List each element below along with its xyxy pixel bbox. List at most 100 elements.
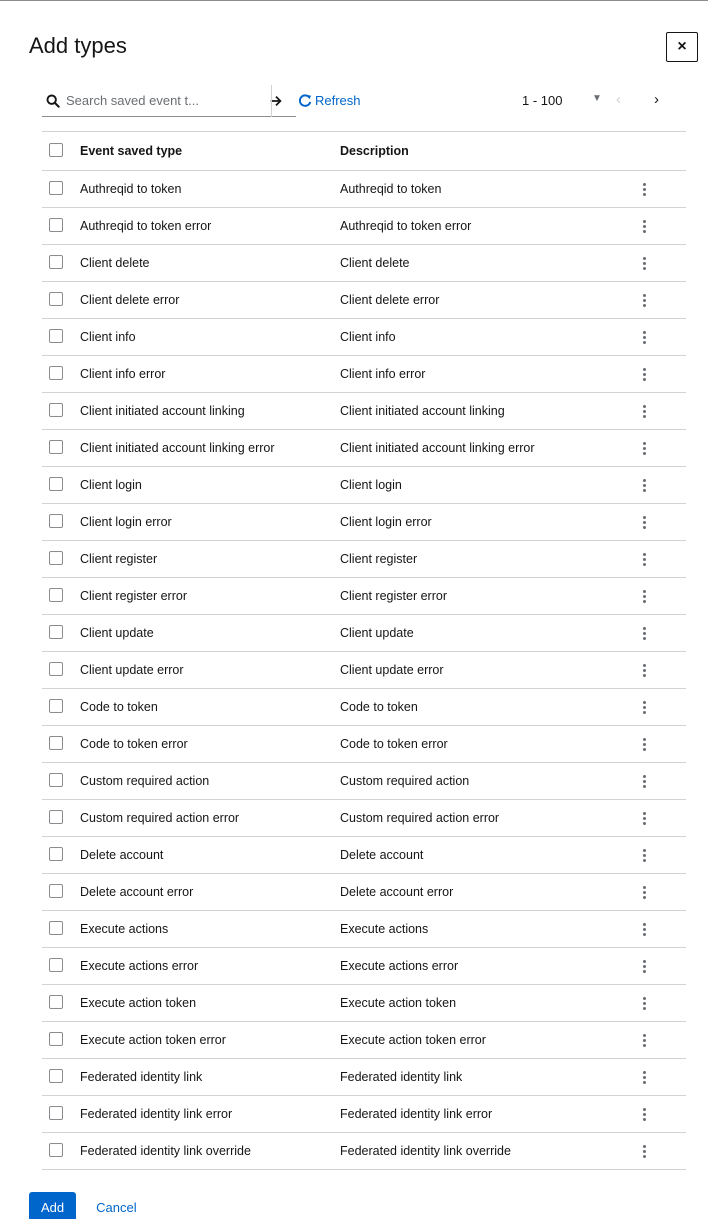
row-checkbox[interactable] (49, 254, 63, 269)
row-actions-kebab-icon[interactable] (638, 293, 650, 308)
row-actions-kebab-icon[interactable] (638, 626, 650, 641)
search-box (42, 85, 256, 117)
row-checkbox[interactable] (49, 1031, 63, 1046)
row-actions-kebab-icon[interactable] (638, 404, 650, 419)
table-row: Execute action token Execute action token (42, 984, 686, 1022)
description-cell: Custom required action (340, 762, 630, 800)
row-actions-kebab-icon[interactable] (638, 996, 650, 1011)
description-cell: Execute action token error (340, 1021, 630, 1059)
row-checkbox[interactable] (49, 587, 63, 602)
row-actions-kebab-icon[interactable] (638, 552, 650, 567)
row-checkbox[interactable] (49, 883, 63, 898)
pagination-dropdown-icon[interactable]: ▼ (592, 93, 602, 104)
row-actions-kebab-icon[interactable] (638, 774, 650, 789)
table-row: Code to token Code to token (42, 688, 686, 726)
event-type-cell: Authreqid to token error (80, 207, 340, 245)
row-actions-kebab-icon[interactable] (638, 737, 650, 752)
row-actions-kebab-icon[interactable] (638, 589, 650, 604)
row-checkbox[interactable] (49, 180, 63, 195)
row-actions-kebab-icon[interactable] (638, 219, 650, 234)
row-actions-kebab-icon[interactable] (638, 922, 650, 937)
description-cell: Client delete (340, 244, 630, 282)
modal-footer: Add Cancel (29, 1192, 137, 1219)
table-row: Client delete Client delete (42, 244, 686, 282)
row-actions-kebab-icon[interactable] (638, 848, 650, 863)
description-cell: Client initiated account linking error (340, 429, 630, 467)
row-checkbox[interactable] (49, 846, 63, 861)
row-actions-kebab-icon[interactable] (638, 330, 650, 345)
event-type-cell: Federated identity link error (80, 1095, 340, 1133)
search-input[interactable] (66, 93, 216, 108)
row-actions-kebab-icon[interactable] (638, 478, 650, 493)
search-submit-button[interactable] (256, 85, 296, 117)
row-checkbox[interactable] (49, 661, 63, 676)
previous-page-button[interactable]: ‹ (616, 91, 621, 108)
row-checkbox[interactable] (49, 217, 63, 232)
row-actions-kebab-icon[interactable] (638, 1107, 650, 1122)
table-row: Client delete error Client delete error (42, 281, 686, 319)
row-checkbox[interactable] (49, 920, 63, 935)
toolbar: Refresh 1 - 100 ▼ ‹ › (42, 85, 686, 117)
row-checkbox[interactable] (49, 291, 63, 306)
close-button[interactable]: × (666, 32, 698, 62)
row-actions-kebab-icon[interactable] (638, 1070, 650, 1085)
row-actions-kebab-icon[interactable] (638, 959, 650, 974)
row-actions-kebab-icon[interactable] (638, 700, 650, 715)
table-row: Federated identity link error Federated i… (42, 1095, 686, 1133)
row-actions-kebab-icon[interactable] (638, 441, 650, 456)
event-type-cell: Execute action token (80, 984, 340, 1022)
description-cell: Custom required action error (340, 799, 630, 837)
table-row: Client info error Client info error (42, 355, 686, 393)
row-checkbox[interactable] (49, 624, 63, 639)
description-cell: Client info (340, 318, 630, 356)
add-button[interactable]: Add (29, 1192, 77, 1219)
row-checkbox[interactable] (49, 513, 63, 528)
row-checkbox[interactable] (49, 550, 63, 565)
column-header-event-saved-type: Event saved type (80, 131, 340, 171)
refresh-icon (298, 93, 312, 107)
row-actions-kebab-icon[interactable] (638, 1033, 650, 1048)
row-actions-kebab-icon[interactable] (638, 182, 650, 197)
pagination-range[interactable]: 1 - 100 (522, 93, 562, 108)
row-checkbox[interactable] (49, 772, 63, 787)
next-page-button[interactable]: › (654, 91, 659, 108)
description-cell: Federated identity link (340, 1058, 630, 1096)
row-actions-kebab-icon[interactable] (638, 811, 650, 826)
table-row: Client register Client register (42, 540, 686, 578)
table-row: Federated identity link Federated identit… (42, 1058, 686, 1096)
row-actions-kebab-icon[interactable] (638, 1144, 650, 1159)
row-checkbox[interactable] (49, 365, 63, 380)
row-checkbox[interactable] (49, 957, 63, 972)
row-actions-kebab-icon[interactable] (638, 367, 650, 382)
refresh-button[interactable]: Refresh (298, 93, 361, 108)
description-cell: Delete account (340, 836, 630, 874)
row-checkbox[interactable] (49, 439, 63, 454)
row-checkbox[interactable] (49, 994, 63, 1009)
row-actions-kebab-icon[interactable] (638, 256, 650, 271)
row-checkbox[interactable] (49, 328, 63, 343)
row-checkbox[interactable] (49, 698, 63, 713)
cancel-button[interactable]: Cancel (96, 1200, 136, 1215)
modal-title: Add types (29, 33, 127, 58)
row-checkbox[interactable] (49, 1105, 63, 1120)
event-type-cell: Execute actions error (80, 947, 340, 985)
table-row: Client initiated account linking error Cl… (42, 429, 686, 467)
search-icon (46, 94, 60, 108)
table-row: Execute action token error Execute action… (42, 1021, 686, 1059)
table-row: Authreqid to token error Authreqid to tok… (42, 207, 686, 245)
row-actions-kebab-icon[interactable] (638, 663, 650, 678)
table-row: Delete account Delete account (42, 836, 686, 874)
row-checkbox[interactable] (49, 809, 63, 824)
table-row: Client initiated account linking Client i… (42, 392, 686, 430)
table-row: Execute actions Execute actions (42, 910, 686, 948)
row-checkbox[interactable] (49, 476, 63, 491)
row-checkbox[interactable] (49, 735, 63, 750)
select-all-checkbox[interactable] (49, 142, 63, 157)
table-row: Client login Client login (42, 466, 686, 504)
description-cell: Client register (340, 540, 630, 578)
row-checkbox[interactable] (49, 1142, 63, 1157)
row-checkbox[interactable] (49, 402, 63, 417)
row-checkbox[interactable] (49, 1068, 63, 1083)
row-actions-kebab-icon[interactable] (638, 885, 650, 900)
row-actions-kebab-icon[interactable] (638, 515, 650, 530)
